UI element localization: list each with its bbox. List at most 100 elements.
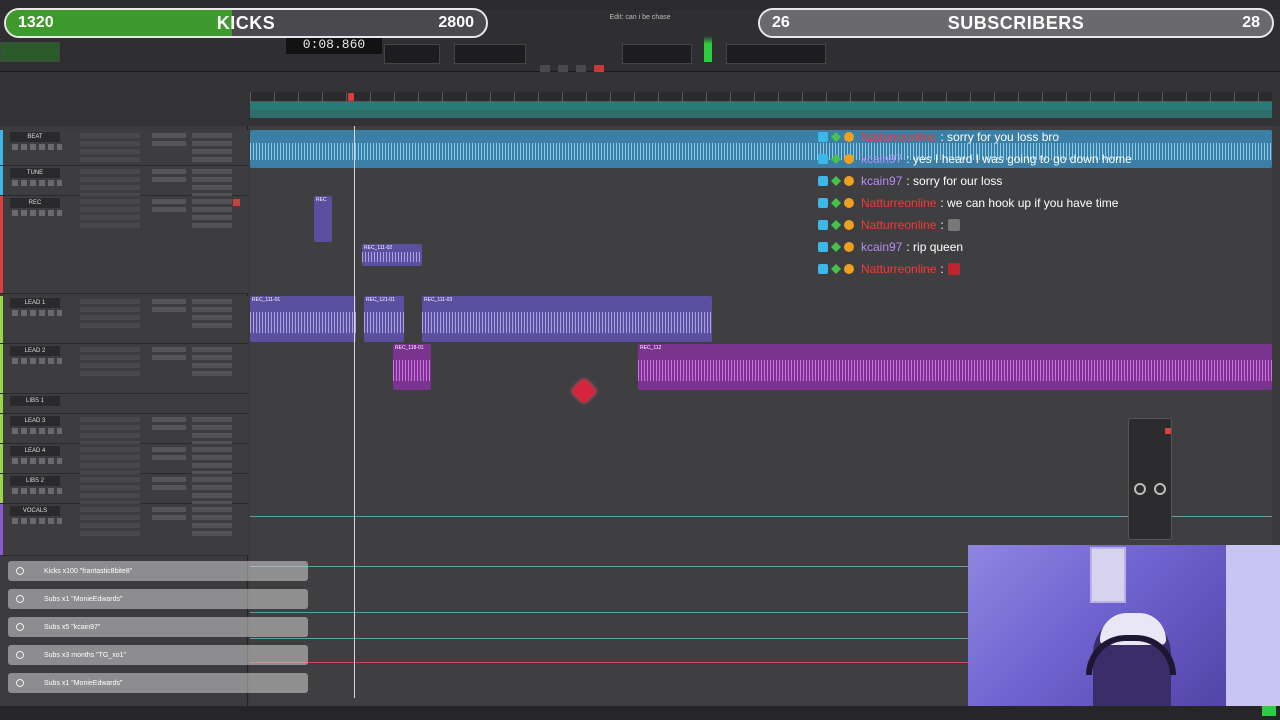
lead1-clip[interactable]: REC_111-03 — [422, 296, 712, 342]
io-selectors[interactable] — [192, 169, 232, 199]
track-header[interactable]: LEAD 1 — [0, 296, 248, 344]
chat-username[interactable]: Natturreonline — [861, 218, 936, 232]
track-name[interactable]: LIBS 2 — [10, 476, 60, 486]
track-name[interactable]: VOCALS — [10, 506, 60, 516]
track-header[interactable]: BEAT — [0, 130, 248, 166]
track-name[interactable]: REC — [10, 198, 60, 208]
kicks-goal-bar: 1320 KICKS 2800 — [4, 8, 488, 38]
track-name[interactable]: LEAD 2 — [10, 346, 60, 356]
track-buttons[interactable] — [12, 144, 62, 150]
chat-overlay: Natturreonline: sorry for you loss bro kc… — [818, 126, 1272, 280]
io-selectors[interactable] — [192, 477, 232, 507]
grid-line — [250, 516, 1272, 517]
track-buttons[interactable] — [12, 310, 62, 316]
track-color-strip — [0, 130, 3, 165]
insert-slots[interactable] — [80, 447, 140, 477]
lead2-clip[interactable]: REC_112 — [638, 344, 1272, 390]
send-slots[interactable] — [152, 507, 186, 523]
subscribers-goal-bar: 26 SUBSCRIBERS 28 — [758, 8, 1274, 38]
waveform — [638, 360, 1272, 381]
io-selectors[interactable] — [192, 199, 232, 229]
verified-badge-icon — [818, 198, 828, 208]
track-header[interactable]: LIBS 2 — [0, 474, 248, 507]
alert-text: Subs x1 "MonieEdwards" — [44, 595, 123, 603]
rec-clip[interactable]: REC — [314, 196, 332, 242]
io-selectors[interactable] — [192, 299, 232, 329]
insert-slots[interactable] — [80, 477, 140, 507]
alert-item: Subs x1 "MonieEdwards" — [8, 589, 308, 609]
subscriber-badge-icon — [831, 242, 841, 252]
insert-slots[interactable] — [80, 347, 140, 377]
lead1-clip[interactable]: REC_111-01 — [250, 296, 356, 342]
edit-cursor[interactable] — [354, 126, 355, 698]
mode-buttons[interactable] — [0, 42, 60, 62]
track-header[interactable]: LEAD 2 — [0, 344, 248, 394]
tempo-ruler[interactable] — [250, 102, 1272, 110]
io-selectors[interactable] — [192, 133, 232, 163]
track-header[interactable]: VOCALS — [0, 504, 248, 556]
rec-clip[interactable]: REC_111-02 — [362, 244, 422, 266]
insert-slots[interactable] — [80, 169, 140, 199]
track-buttons[interactable] — [12, 458, 62, 464]
track-buttons[interactable] — [12, 358, 62, 364]
io-selectors[interactable] — [192, 417, 232, 447]
track-color-strip — [0, 414, 3, 443]
playhead-marker[interactable] — [348, 93, 354, 101]
io-selectors[interactable] — [192, 347, 232, 377]
track-header[interactable]: REC — [0, 196, 248, 294]
track-name[interactable]: LIBS 1 — [10, 396, 60, 406]
subscriber-badge-icon — [831, 220, 841, 230]
subscriber-badge-icon — [831, 154, 841, 164]
chat-username[interactable]: Natturreonline — [861, 130, 936, 144]
alert-item: Subs x3 months "TG_xo1" — [8, 645, 308, 665]
insert-slots[interactable] — [80, 299, 140, 329]
waveform — [393, 360, 431, 381]
io-selectors[interactable] — [192, 447, 232, 477]
send-slots[interactable] — [152, 447, 186, 463]
send-slots[interactable] — [152, 417, 186, 433]
track-buttons[interactable] — [12, 210, 62, 216]
track-buttons[interactable] — [12, 180, 62, 186]
track-header[interactable]: LIBS 1 — [0, 394, 248, 414]
track-name[interactable]: TUNE — [10, 168, 60, 178]
marker-ruler[interactable] — [250, 110, 1272, 118]
chat-username[interactable]: Natturreonline — [861, 196, 936, 210]
chat-username[interactable]: kcain97 — [861, 174, 902, 188]
track-header[interactable]: LEAD 4 — [0, 444, 248, 477]
io-selectors[interactable] — [192, 507, 232, 537]
session-title: Edit: can i be chase — [609, 14, 671, 21]
insert-slots[interactable] — [80, 133, 140, 163]
send-slots[interactable] — [152, 133, 186, 149]
send-slots[interactable] — [152, 169, 186, 185]
send-slots[interactable] — [152, 199, 186, 215]
close-icon[interactable] — [1165, 428, 1171, 434]
track-header[interactable]: LEAD 3 — [0, 414, 248, 447]
send-slots[interactable] — [152, 299, 186, 315]
track-buttons[interactable] — [12, 488, 62, 494]
knob-icon[interactable] — [1154, 483, 1166, 495]
track-color-strip — [0, 196, 3, 293]
track-name[interactable]: LEAD 4 — [10, 446, 60, 456]
track-buttons[interactable] — [12, 428, 62, 434]
alert-item: Subs x1 "MonieEdwards" — [8, 673, 308, 693]
plugin-window[interactable] — [1128, 418, 1172, 540]
track-buttons[interactable] — [12, 518, 62, 524]
track-name[interactable]: LEAD 3 — [10, 416, 60, 426]
record-enable-button[interactable] — [233, 199, 240, 206]
kick-logo-icon — [1262, 706, 1276, 716]
lead1-clip[interactable]: REC_121-01 — [364, 296, 404, 342]
knob-icon[interactable] — [1134, 483, 1146, 495]
insert-slots[interactable] — [80, 417, 140, 447]
lead2-clip[interactable]: REC_118-01 — [393, 344, 431, 390]
chat-username[interactable]: kcain97 — [861, 152, 902, 166]
track-header[interactable]: TUNE — [0, 166, 248, 199]
send-slots[interactable] — [152, 477, 186, 493]
chat-username[interactable]: kcain97 — [861, 240, 902, 254]
track-name[interactable]: LEAD 1 — [10, 298, 60, 308]
send-slots[interactable] — [152, 347, 186, 363]
insert-slots[interactable] — [80, 199, 140, 229]
track-name[interactable]: BEAT — [10, 132, 60, 142]
insert-slots[interactable] — [80, 507, 140, 537]
chat-username[interactable]: Natturreonline — [861, 262, 936, 276]
alert-text: Subs x1 "MonieEdwards" — [44, 679, 123, 687]
